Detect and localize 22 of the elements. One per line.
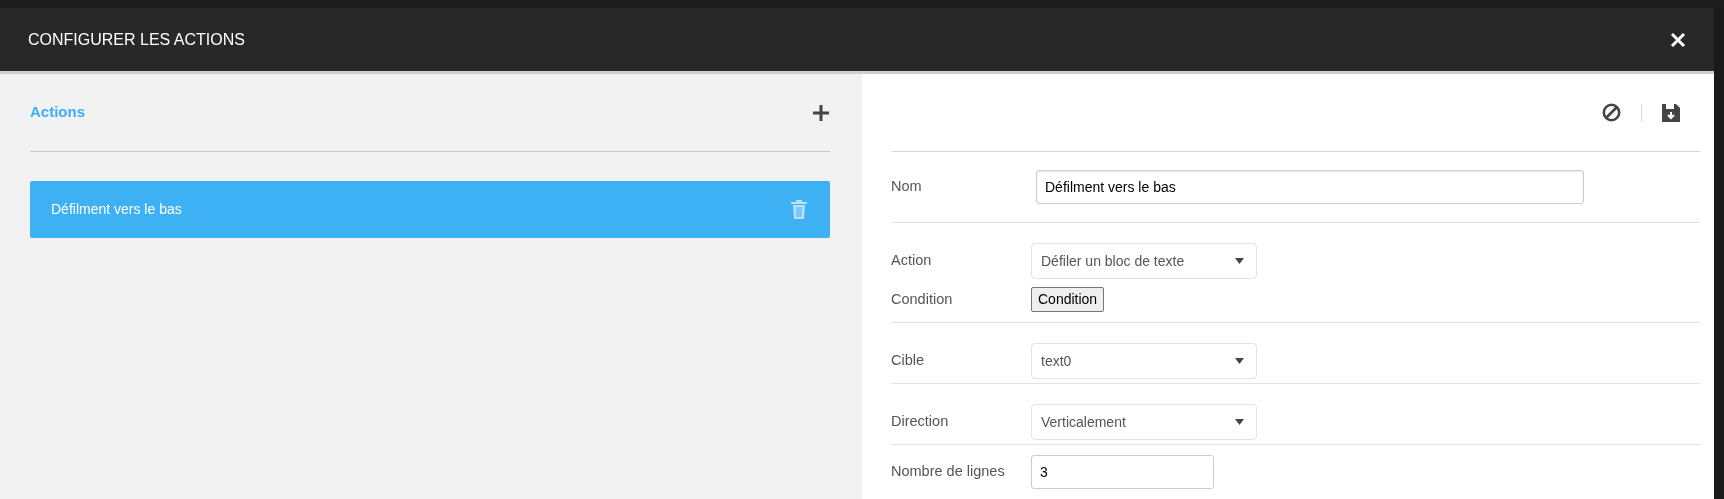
select-dropdown[interactable]: Défiler un bloc de texte (1031, 243, 1257, 279)
select-dropdown[interactable]: Verticalement (1031, 404, 1257, 440)
close-button[interactable] (1670, 31, 1686, 48)
add-icon[interactable] (812, 103, 830, 122)
select-dropdown[interactable]: text0 (1031, 343, 1257, 379)
panel-heading: Actions (30, 102, 85, 123)
text-field[interactable]: Défilment vers le bas (1036, 170, 1584, 204)
action-label: Défilment vers le bas (51, 200, 182, 219)
condition-button[interactable]: Condition (1031, 287, 1105, 312)
cancel-icon[interactable] (1602, 103, 1621, 122)
field-label: Direction (891, 412, 950, 432)
caret-icon[interactable] (1235, 258, 1244, 264)
field-label: Condition (891, 289, 954, 309)
caret-icon[interactable] (1235, 358, 1244, 364)
field-label: Action (891, 251, 933, 271)
field-label: Nombre de lignes (891, 462, 1006, 482)
field-label: Nom (891, 177, 923, 197)
save-icon[interactable] (1662, 103, 1680, 122)
modal-title: CONFIGURER LES ACTIONS (28, 29, 245, 50)
caret-icon[interactable] (1235, 419, 1244, 425)
field-label: Cible (891, 351, 926, 371)
number-field[interactable]: 3 (1031, 455, 1214, 489)
